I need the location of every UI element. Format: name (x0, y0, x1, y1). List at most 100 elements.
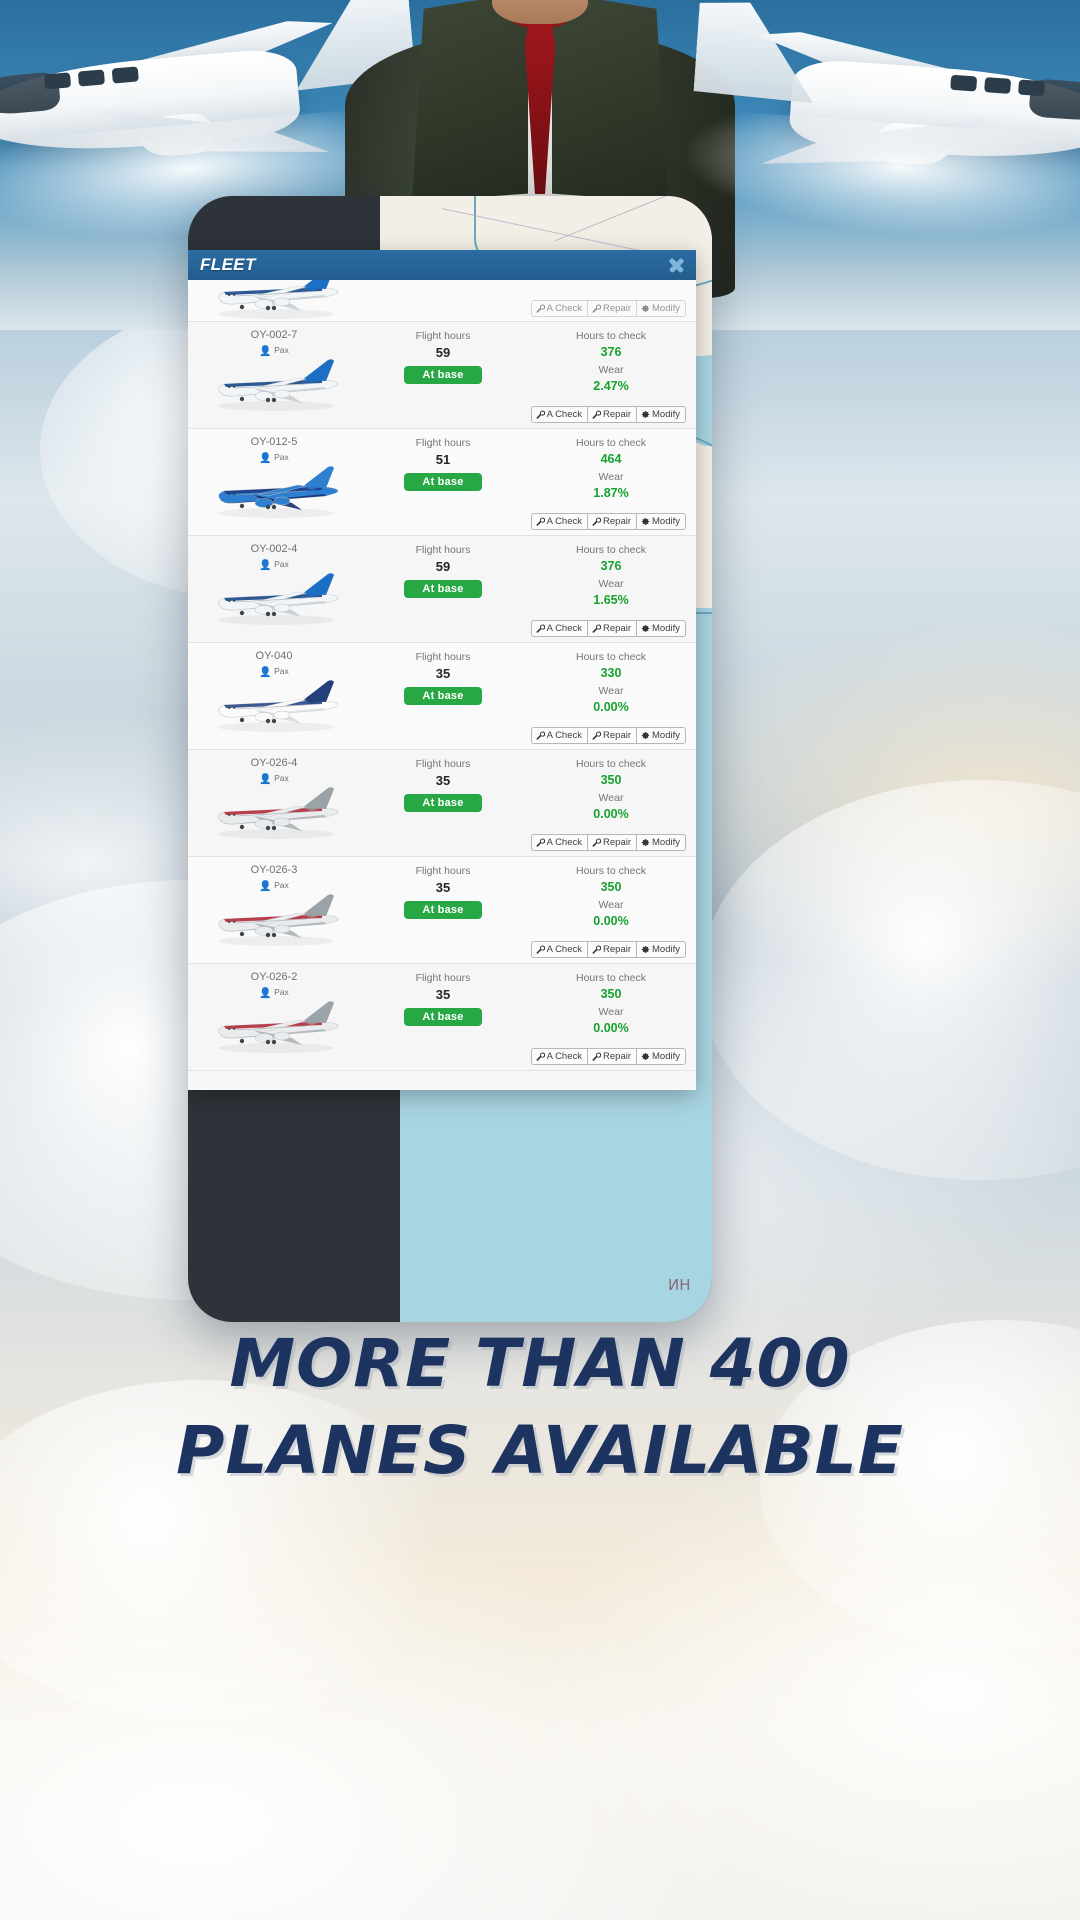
hours-to-check-label: Hours to check (575, 651, 647, 663)
status-badge: At base (404, 901, 482, 919)
aircraft-cell: OY-012-5 👤 Pax (188, 429, 360, 535)
aircraft-thumbnail-icon (206, 891, 346, 949)
fleet-row[interactable]: OY-002-4 👤 Pax Flight hours 59 At base H… (188, 536, 696, 643)
row-actions: A Check Repair Modify (530, 1047, 686, 1065)
flight-hours-cell: Flight hours 35 At base (360, 857, 526, 963)
aircraft-thumbnail-icon (206, 570, 346, 628)
aircraft-cell: OY-002-7 👤 Pax (188, 322, 360, 428)
wrench-icon (536, 1052, 545, 1061)
fleet-row[interactable]: OY-026-4 👤 Pax Flight hours 35 At base H… (188, 750, 696, 857)
modify-button[interactable]: Modify (636, 833, 686, 851)
pax-label: Pax (274, 666, 289, 676)
flight-hours-value: 59 (435, 559, 451, 574)
fleet-row[interactable]: OY-026-3 👤 Pax Flight hours 35 At base H… (188, 857, 696, 964)
gear-icon (641, 838, 650, 847)
pax-label: Pax (274, 452, 289, 462)
flight-hours-cell: Flight hours 35 At base (360, 964, 526, 1070)
a-check-button[interactable]: A Check (530, 405, 588, 423)
hours-to-check-label: Hours to check (575, 865, 647, 877)
status-badge: At base (404, 794, 482, 812)
repair-button[interactable]: Repair (587, 299, 637, 317)
a-check-button-label: A Check (546, 408, 583, 420)
fleet-row[interactable]: OY-012-5 👤 Pax Flight hours 51 At base H… (188, 429, 696, 536)
gear-icon (641, 517, 650, 526)
row-actions: A Check Repair Modify (530, 726, 686, 744)
modify-button-label: Modify (652, 515, 680, 527)
hours-to-check-label: Hours to check (575, 544, 647, 556)
modify-button[interactable]: Modify (636, 512, 686, 530)
aircraft-cell: OY-002-4 👤 Pax (188, 536, 360, 642)
a-check-button[interactable]: A Check (530, 1047, 588, 1065)
flight-hours-label: Flight hours (415, 758, 471, 770)
close-icon[interactable] (666, 255, 686, 275)
repair-button[interactable]: Repair (587, 1047, 637, 1065)
a-check-button-label: A Check (546, 622, 583, 634)
repair-button[interactable]: Repair (587, 405, 637, 423)
a-check-button-label: A Check (546, 836, 583, 848)
wrench-icon (592, 945, 602, 954)
flight-hours-value: 35 (435, 773, 451, 788)
modify-button[interactable]: Modify (636, 940, 686, 958)
status-badge: At base (404, 687, 482, 705)
a-check-button-label: A Check (546, 1050, 583, 1062)
a-check-button-label: A Check (546, 302, 583, 314)
wrench-icon (536, 731, 545, 740)
fleet-list[interactable]: A Check Repair Modify OY-002-7 👤 Pax Fli… (188, 280, 696, 1090)
a-check-button[interactable]: A Check (530, 726, 588, 744)
repair-button[interactable]: Repair (587, 940, 637, 958)
repair-button-label: Repair (603, 515, 632, 527)
repair-button[interactable]: Repair (587, 726, 637, 744)
fleet-row[interactable]: OY-026-2 👤 Pax Flight hours 35 At base H… (188, 964, 696, 1071)
promo-line-1: MORE THAN 400 (229, 1325, 851, 1402)
aircraft-cell: OY-040 👤 Pax (188, 643, 360, 749)
wrench-icon (536, 624, 545, 633)
wrench-icon (592, 624, 602, 633)
wear-label: Wear (598, 471, 624, 483)
phone-device-frame: СкопјеIstanbulTüΕλλάδαIzmirطرابلالقاهرةИ… (188, 196, 712, 1322)
a-check-button[interactable]: A Check (530, 512, 588, 530)
flight-hours-value: 51 (435, 452, 451, 467)
fleet-row[interactable]: A Check Repair Modify (188, 280, 696, 322)
hours-to-check-value: 350 (600, 773, 622, 787)
hours-to-check-label: Hours to check (575, 437, 647, 449)
repair-button[interactable]: Repair (587, 833, 637, 851)
a-check-button[interactable]: A Check (530, 940, 588, 958)
modify-button-label: Modify (652, 622, 680, 634)
flight-hours-label: Flight hours (415, 651, 471, 663)
wrench-icon (592, 1052, 602, 1061)
repair-button-label: Repair (603, 729, 632, 741)
fleet-row[interactable]: OY-002-7 👤 Pax Flight hours 59 At base H… (188, 322, 696, 429)
gear-icon (641, 410, 650, 419)
pax-label: Pax (274, 773, 289, 783)
aircraft-cell: OY-026-2 👤 Pax (188, 964, 360, 1070)
aircraft-cell: OY-026-4 👤 Pax (188, 750, 360, 856)
modify-button-label: Modify (652, 1050, 680, 1062)
wrench-icon (592, 517, 602, 526)
repair-button-label: Repair (603, 302, 632, 314)
modify-button[interactable]: Modify (636, 619, 686, 637)
a-check-button[interactable]: A Check (530, 619, 588, 637)
modify-button[interactable]: Modify (636, 405, 686, 423)
repair-button[interactable]: Repair (587, 512, 637, 530)
aircraft-thumbnail-icon (206, 784, 346, 842)
aircraft-cell: OY-026-3 👤 Pax (188, 857, 360, 963)
aircraft-cell (188, 280, 360, 321)
a-check-button[interactable]: A Check (530, 833, 588, 851)
hours-to-check-value: 376 (600, 345, 622, 359)
hours-to-check-value: 330 (600, 666, 622, 680)
aircraft-registration: OY-002-7 (250, 329, 298, 341)
modify-button-label: Modify (652, 729, 680, 741)
fleet-row[interactable]: OY-040 👤 Pax Flight hours 35 At base Hou… (188, 643, 696, 750)
repair-button-label: Repair (603, 1050, 632, 1062)
modify-button[interactable]: Modify (636, 1047, 686, 1065)
aircraft-thumbnail-icon (206, 463, 346, 521)
pax-label: Pax (274, 345, 289, 355)
row-actions: A Check Repair Modify (530, 299, 686, 317)
modify-button[interactable]: Modify (636, 299, 686, 317)
modify-button[interactable]: Modify (636, 726, 686, 744)
a-check-button[interactable]: A Check (530, 299, 588, 317)
airliner-right-decoration (682, 6, 1080, 249)
flight-hours-label: Flight hours (415, 865, 471, 877)
repair-button[interactable]: Repair (587, 619, 637, 637)
flight-hours-cell: Flight hours 51 At base (360, 429, 526, 535)
